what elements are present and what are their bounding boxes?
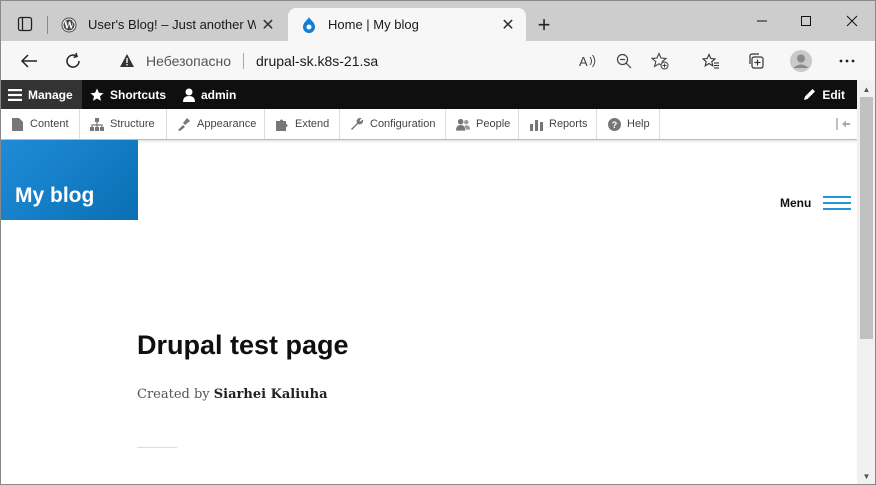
menu-toggle-button[interactable]: Menu — [780, 196, 852, 210]
tab-title: User's Blog! – Just another Word — [88, 17, 256, 32]
close-tab-icon[interactable]: ✕ — [256, 13, 280, 37]
tray-item-people[interactable]: People — [446, 109, 519, 139]
warning-icon[interactable] — [116, 53, 138, 68]
wordpress-icon: W — [60, 16, 78, 34]
tray-item-label: Content — [30, 118, 69, 130]
svg-text:?: ? — [611, 120, 617, 130]
tray-item-help[interactable]: ? Help — [597, 109, 660, 139]
hamburger-menu-icon — [823, 196, 852, 210]
tray-item-configuration[interactable]: Configuration — [340, 109, 446, 139]
scroll-up-arrow-icon[interactable]: ▲ — [857, 82, 876, 96]
tray-item-label: People — [476, 118, 511, 130]
tray-item-label: Appearance — [197, 118, 257, 130]
svg-text:A: A — [579, 54, 588, 68]
close-tab-icon[interactable]: ✕ — [496, 13, 520, 37]
tray-item-content[interactable]: Content — [0, 109, 80, 139]
star-icon — [90, 88, 104, 102]
svg-text:W: W — [63, 21, 75, 31]
help-icon: ? — [607, 117, 621, 131]
admin-toolbar-tray: Content Structure Appearance Extend Conf… — [0, 109, 857, 140]
browser-navigation-bar: Небезопасно drupal-sk.k8s-21.sa A — [0, 41, 876, 80]
sitemap-icon — [90, 117, 104, 131]
tray-item-label: Structure — [110, 118, 155, 130]
brush-icon — [177, 117, 191, 131]
tray-item-label: Configuration — [370, 118, 436, 130]
content-divider — [137, 447, 177, 448]
tray-item-extend[interactable]: Extend — [265, 109, 340, 139]
url-text[interactable]: drupal-sk.k8s-21.sa — [256, 53, 378, 69]
address-divider — [243, 52, 245, 69]
profile-avatar-icon[interactable] — [785, 46, 817, 76]
tab-actions-icon[interactable] — [8, 8, 42, 40]
page-scrollbar[interactable]: ▲ ▼ — [857, 80, 876, 485]
toolbar-shortcuts-label: Shortcuts — [110, 87, 167, 102]
admin-toolbar: Manage Shortcuts admin Edit — [0, 80, 857, 109]
add-favorite-icon[interactable] — [644, 46, 676, 76]
toolbar-shortcuts[interactable]: Shortcuts — [90, 80, 166, 109]
bar-chart-icon — [529, 117, 543, 131]
new-tab-button[interactable]: + — [530, 12, 558, 38]
toolbar-user[interactable]: admin — [183, 80, 236, 109]
page-icon — [10, 117, 24, 131]
tray-item-label: Reports — [549, 118, 588, 130]
menu-label: Menu — [780, 196, 812, 210]
tray-item-label: Help — [627, 118, 650, 130]
toolbar-edit-label: Edit — [822, 87, 845, 102]
drupal-icon — [300, 16, 318, 34]
pencil-icon — [803, 88, 816, 101]
wrench-icon — [350, 117, 364, 131]
toolbar-edit[interactable]: Edit — [803, 80, 845, 109]
more-options-icon[interactable] — [831, 46, 863, 76]
scrollbar-thumb[interactable] — [860, 97, 873, 339]
collections-icon[interactable] — [740, 46, 772, 76]
tab-title: Home | My blog — [328, 17, 419, 32]
read-aloud-icon[interactable]: A — [572, 46, 604, 76]
toolbar-manage-label: Manage — [28, 87, 73, 102]
maximize-icon[interactable] — [784, 8, 828, 34]
page-title: Drupal test page — [137, 330, 349, 360]
reload-icon[interactable] — [57, 46, 89, 76]
tray-item-reports[interactable]: Reports — [519, 109, 597, 139]
browser-tab-strip: W User's Blog! – Just another Word ✕ Hom… — [0, 0, 876, 41]
people-icon — [456, 117, 470, 131]
puzzle-icon — [275, 117, 289, 131]
security-status-label[interactable]: Небезопасно — [146, 53, 231, 69]
tray-item-appearance[interactable]: Appearance — [167, 109, 265, 139]
site-name[interactable]: My blog — [15, 184, 94, 208]
tray-item-structure[interactable]: Structure — [80, 109, 167, 139]
tab-home-my-blog[interactable]: Home | My blog ✕ — [288, 8, 526, 41]
back-arrow-icon[interactable] — [13, 46, 45, 76]
hamburger-icon — [8, 88, 22, 101]
minimize-icon[interactable] — [740, 8, 784, 34]
zoom-out-icon[interactable] — [608, 46, 640, 76]
tab-wordpress-blog[interactable]: W User's Blog! – Just another Word ✕ — [48, 8, 286, 41]
toolbar-user-label: admin — [201, 87, 237, 102]
close-window-icon[interactable] — [830, 8, 874, 34]
toolbar-manage[interactable]: Manage — [0, 80, 82, 109]
favorites-icon[interactable] — [695, 46, 727, 76]
collapse-tray-icon[interactable] — [835, 117, 851, 131]
user-icon — [183, 88, 195, 102]
scroll-down-arrow-icon[interactable]: ▼ — [857, 469, 876, 483]
byline-prefix: Created by — [137, 387, 210, 402]
site-branding[interactable]: My blog — [0, 140, 138, 220]
author-name[interactable]: Siarhei Kaliuha — [214, 387, 328, 402]
tray-item-label: Extend — [295, 118, 330, 130]
article-byline: Created by Siarhei Kaliuha — [137, 387, 328, 402]
